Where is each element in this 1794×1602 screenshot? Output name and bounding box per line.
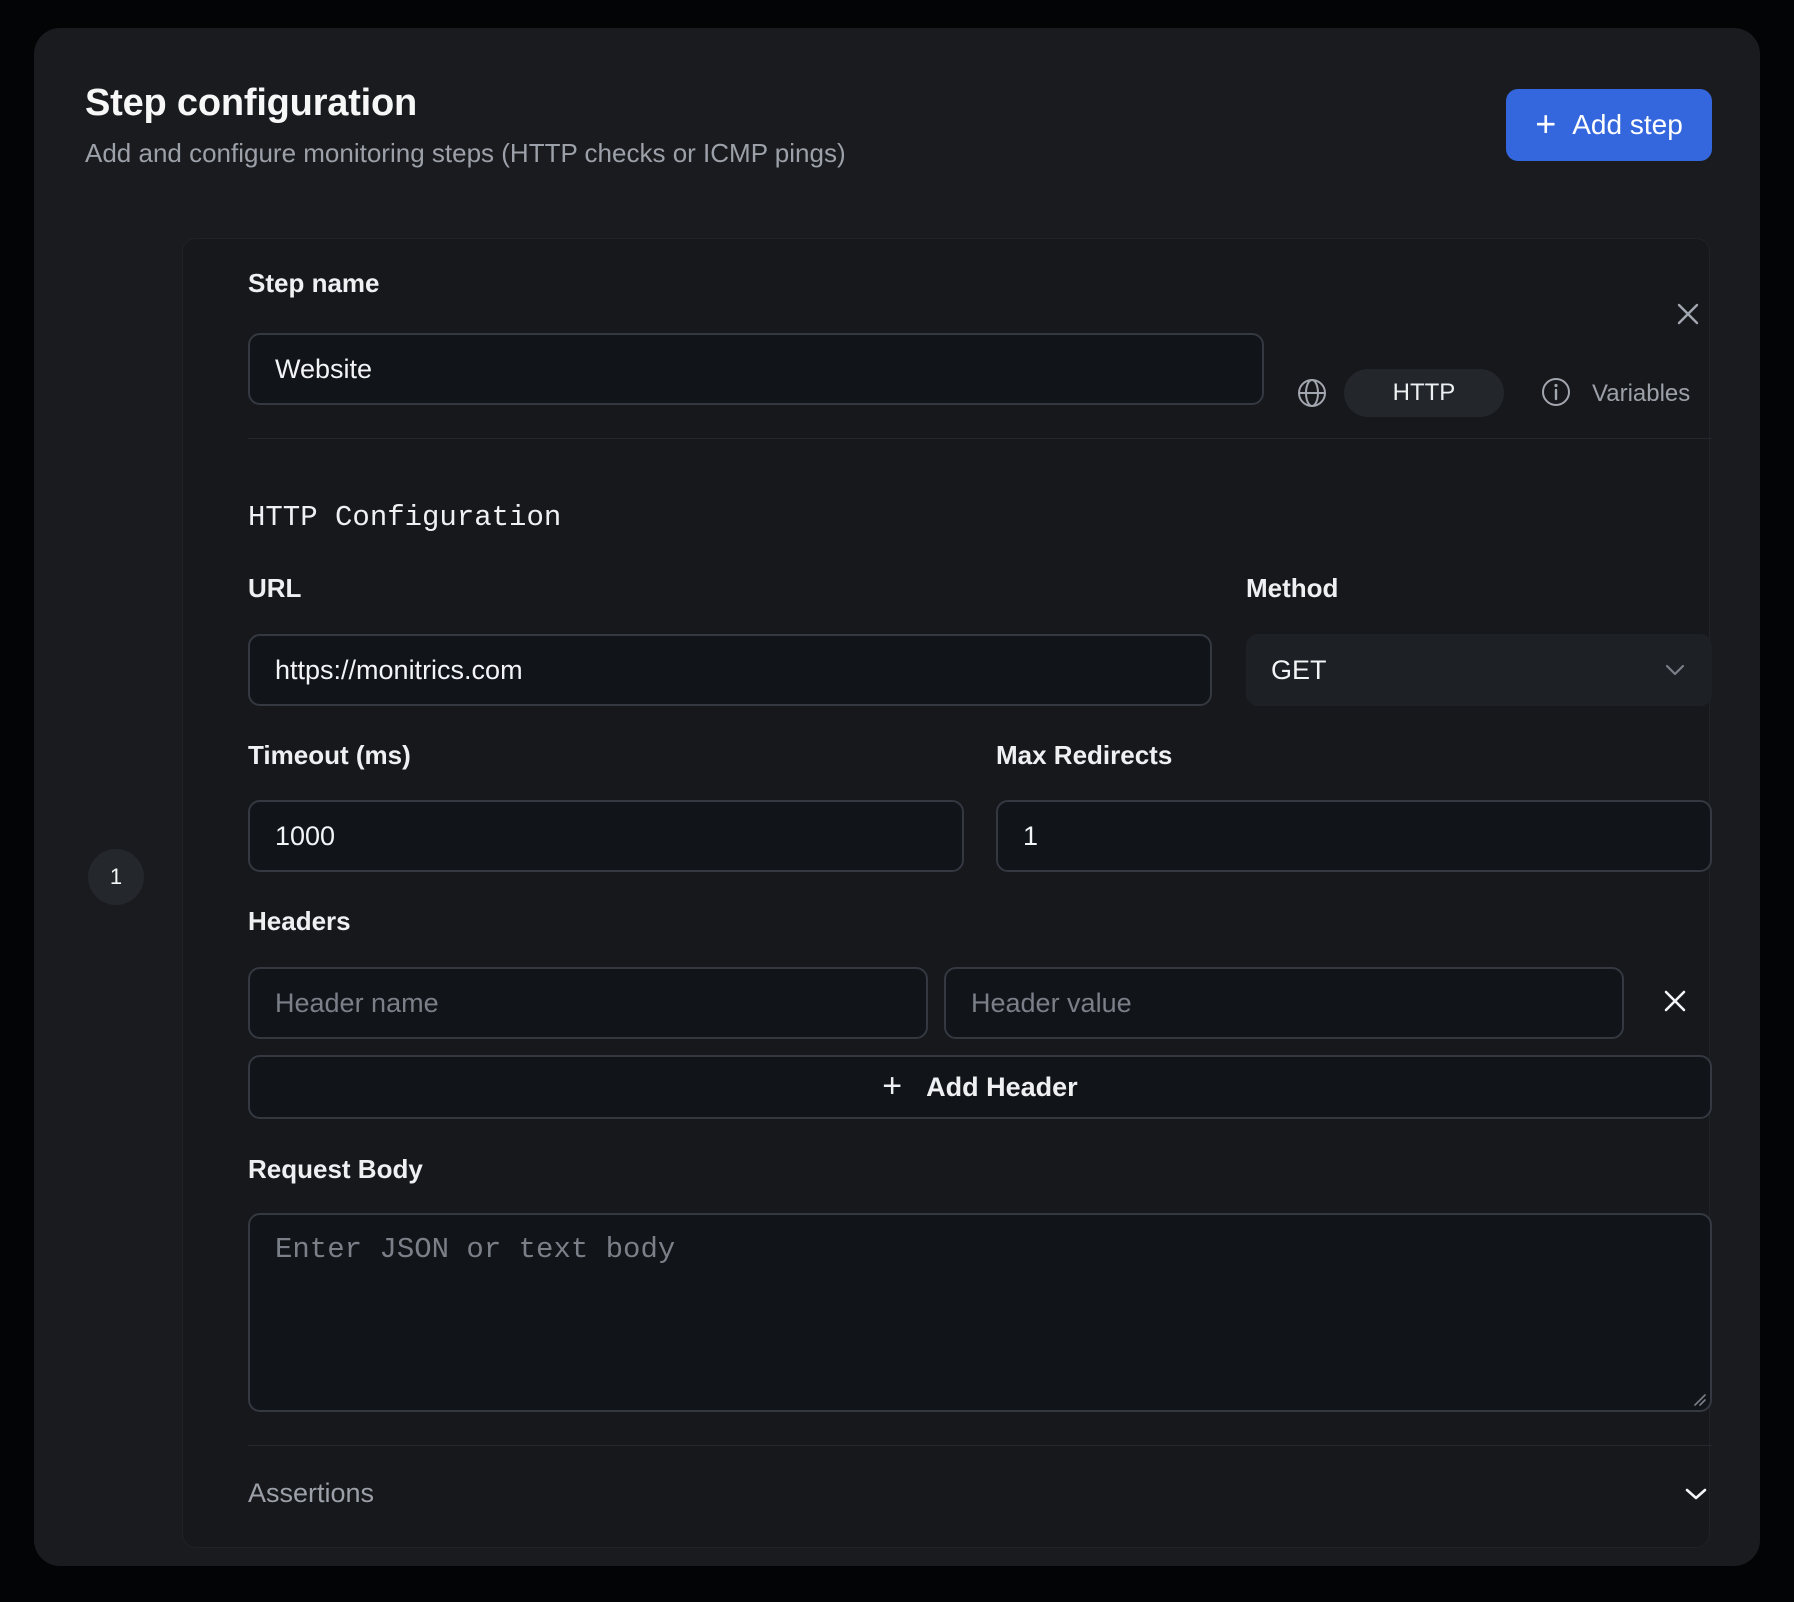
- method-select[interactable]: GET: [1246, 634, 1712, 706]
- method-value: GET: [1271, 654, 1327, 685]
- step-name-input[interactable]: Website: [248, 333, 1264, 405]
- variables-link[interactable]: Variables: [1592, 380, 1690, 408]
- headers-label: Headers: [248, 906, 351, 936]
- chevron-down-icon[interactable]: [1684, 1486, 1708, 1502]
- close-icon[interactable]: [1674, 300, 1702, 328]
- max-redirects-label: Max Redirects: [996, 740, 1173, 770]
- add-header-label: Add Header: [926, 1071, 1078, 1102]
- timeout-label: Timeout (ms): [248, 740, 411, 770]
- url-input[interactable]: https://monitrics.com: [248, 634, 1212, 706]
- add-step-button[interactable]: + Add step: [1506, 89, 1712, 161]
- step-name-label: Step name: [248, 268, 380, 298]
- header-name-input[interactable]: Header name: [248, 967, 928, 1039]
- plus-icon: +: [882, 1066, 903, 1105]
- method-label: Method: [1246, 573, 1339, 603]
- chevron-down-icon: [1665, 664, 1685, 676]
- http-configuration-title: HTTP Configuration: [248, 501, 562, 534]
- url-label: URL: [248, 573, 302, 603]
- divider: [248, 1445, 1712, 1446]
- step-configuration-panel: Step configuration Add and configure mon…: [34, 28, 1760, 1566]
- assertions-toggle[interactable]: Assertions: [248, 1478, 374, 1509]
- add-step-label: Add step: [1572, 109, 1683, 140]
- request-body-label: Request Body: [248, 1154, 423, 1184]
- max-redirects-input[interactable]: 1: [996, 800, 1712, 872]
- request-body-textarea[interactable]: Enter JSON or text body: [248, 1213, 1712, 1412]
- page-subtitle: Add and configure monitoring steps (HTTP…: [85, 138, 846, 168]
- timeout-input[interactable]: 1000: [248, 800, 964, 872]
- globe-icon: [1298, 379, 1326, 407]
- info-icon[interactable]: [1540, 376, 1572, 408]
- divider: [248, 438, 1712, 439]
- step-type-badge[interactable]: HTTP: [1344, 369, 1504, 417]
- add-header-button[interactable]: + Add Header: [248, 1055, 1712, 1119]
- resize-handle-icon[interactable]: [1692, 1392, 1706, 1406]
- plus-icon: +: [1535, 102, 1557, 144]
- step-number-badge: 1: [88, 849, 144, 905]
- header-value-input[interactable]: Header value: [944, 967, 1624, 1039]
- request-body-placeholder: Enter JSON or text body: [275, 1233, 676, 1266]
- remove-header-icon[interactable]: [1660, 986, 1690, 1016]
- page-title: Step configuration: [85, 82, 418, 124]
